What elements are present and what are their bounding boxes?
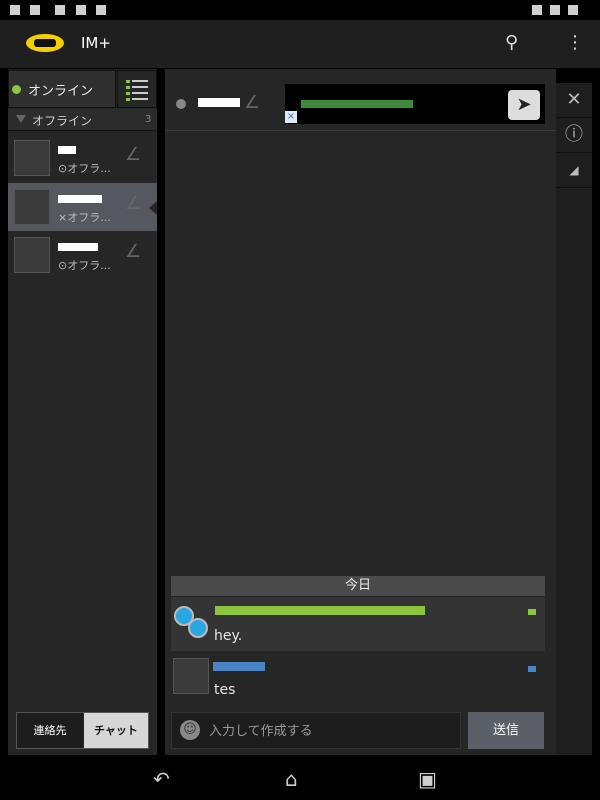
ad-banner[interactable] [285, 84, 545, 124]
message-sender-name [215, 606, 425, 615]
selection-pointer-icon [149, 201, 157, 215]
notification-icon [30, 5, 40, 15]
ear-icon: ∠ [125, 144, 142, 165]
contact-name [58, 146, 76, 154]
ad-text [301, 100, 413, 108]
group-label: オフライン [32, 114, 93, 128]
avatar [14, 237, 50, 273]
message-item: tes [171, 654, 545, 702]
info-icon[interactable]: ⓘ [556, 118, 592, 153]
ear-icon: ∠ [125, 193, 142, 214]
message-text: hey. [214, 628, 243, 644]
contact-status: ⊙オフラ... [58, 259, 111, 272]
contact-name [58, 195, 102, 203]
contact-list-menu-button[interactable] [117, 70, 157, 108]
contact-name [58, 243, 98, 251]
search-icon[interactable]: ⚲ [505, 32, 529, 56]
close-icon[interactable]: ✕ [556, 83, 592, 118]
avatar [173, 658, 209, 694]
message-sender-name [213, 662, 265, 671]
notification-icon [76, 5, 86, 15]
ear-icon: ∠ [244, 92, 261, 113]
notification-icon [10, 5, 20, 15]
recent-apps-icon[interactable]: ▣ [418, 767, 437, 791]
contact-list-item[interactable]: ⊙オフラ... ∠ [8, 231, 157, 279]
chat-contact-name [198, 98, 240, 107]
app-title: IM+ [81, 34, 111, 52]
expand-corner-icon[interactable]: ◢ [556, 153, 592, 188]
avatar [14, 189, 50, 225]
back-icon[interactable]: ↶ [153, 767, 170, 791]
emoji-icon[interactable]: ☺ [180, 720, 200, 740]
offline-status-icon: ⊙ [58, 259, 68, 272]
battery-icon [550, 5, 560, 15]
ear-icon: ∠ [125, 241, 142, 262]
send-button[interactable]: 送信 [468, 712, 544, 749]
contact-status: ⊙オフラ... [58, 162, 111, 175]
avatar [14, 140, 50, 176]
group-count: 3 [145, 114, 152, 125]
clock-icon [568, 5, 578, 15]
message-time [528, 666, 536, 672]
ad-arrow-button[interactable]: ➤ [508, 90, 540, 120]
message-item: hey. [171, 597, 545, 651]
right-action-rail: ✕ ⓘ ◢ [556, 83, 592, 755]
status-bar [0, 0, 600, 20]
presence-status-label: オンライン [28, 84, 94, 99]
tab-chat[interactable]: チャット [84, 713, 148, 748]
status-indicator-icon [176, 99, 186, 109]
message-text: tes [214, 682, 236, 698]
contact-list-item[interactable]: ⊙オフラ... ∠ [8, 134, 157, 182]
list-icon [126, 80, 148, 101]
tab-contacts[interactable]: 連絡先 [17, 713, 83, 748]
message-input[interactable]: 入力して作成する [209, 720, 454, 740]
offline-status-icon: ⊙ [58, 162, 68, 175]
contact-list-item-selected[interactable]: ×オフラ... ∠ [8, 183, 157, 231]
collapse-arrow-icon [16, 115, 26, 123]
notification-icon [96, 5, 106, 15]
offline-status-icon: × [58, 211, 68, 224]
home-icon[interactable]: ⌂ [285, 767, 298, 791]
contact-status: ×オフラ... [58, 211, 111, 224]
system-nav-bar: ↶ ⌂ ▣ [0, 762, 600, 800]
online-status-icon [12, 85, 21, 94]
message-time [528, 609, 536, 615]
im-plus-bot-avatar-icon [174, 606, 208, 638]
signal-icon [532, 5, 542, 15]
notification-icon [55, 5, 65, 15]
overflow-menu-icon[interactable]: ⋮ [566, 32, 584, 56]
date-separator: 今日 [171, 576, 545, 596]
ad-close-icon[interactable]: × [285, 111, 297, 123]
im-plus-logo-icon [26, 34, 64, 52]
chat-pane [165, 69, 556, 755]
